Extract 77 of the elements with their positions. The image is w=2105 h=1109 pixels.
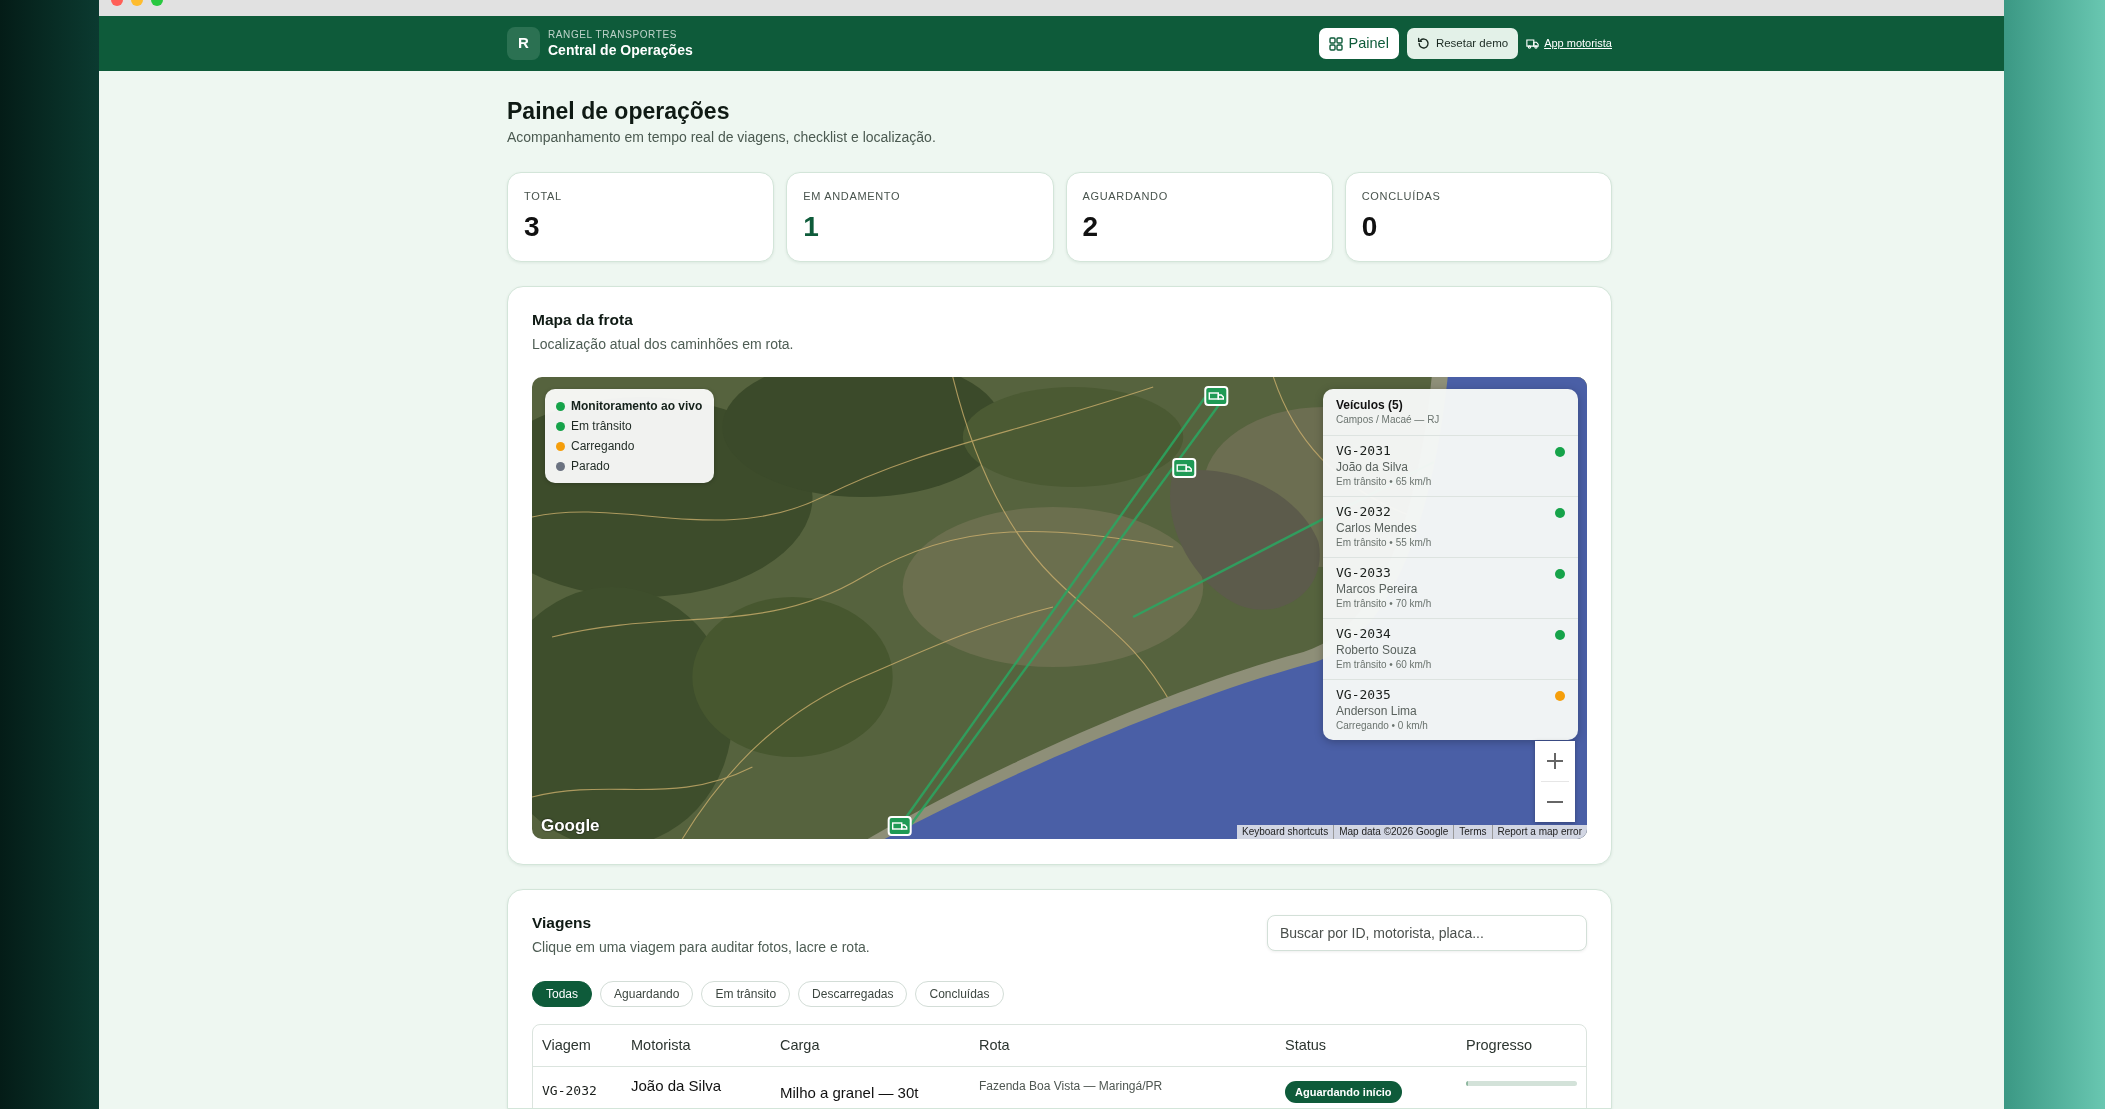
stat-label: EM ANDAMENTO — [803, 189, 902, 203]
filter-chip[interactable]: Concluídas — [915, 981, 1004, 1007]
legend-label: Em trânsito — [571, 418, 632, 435]
vehicle-code: VG-2031 — [1336, 442, 1392, 459]
legend-label: Parado — [571, 458, 610, 475]
nav-button[interactable]: Painel — [1318, 28, 1399, 59]
truck-icon — [1526, 38, 1540, 49]
column-header: Carga — [771, 1025, 970, 1067]
action-button[interactable]: Resetar demo — [1406, 28, 1519, 59]
driver-name: Carlos Mendes — [1336, 520, 1418, 536]
vehicle-code: VG-2032 — [1336, 503, 1392, 520]
stat-label: CONCLUÍDAS — [1361, 189, 1442, 203]
truck-marker-icon[interactable] — [887, 816, 912, 836]
section-subtitle: Clique em uma viagem para auditar fotos, lacre e rota. — [532, 938, 870, 957]
section-title: Viagens — [532, 913, 593, 933]
column-header: Rota — [970, 1025, 1276, 1067]
column-header: Progresso — [1457, 1025, 1586, 1067]
legend-title: Monitoramento ao vivo — [571, 398, 703, 415]
driver-name: João da Silva — [1336, 459, 1410, 475]
panel-subtitle: Campos / Macaé — RJ — [1336, 413, 1441, 427]
vehicle-item[interactable]: VG-2035 Anderson Lima Carregando • 0 km/h — [1323, 679, 1578, 740]
table-cell: VG-2032 — [533, 1066, 622, 1108]
grid-icon — [1328, 36, 1343, 51]
page-subtitle: Acompanhamento em tempo real de viagens, checklist e localização. — [507, 128, 937, 147]
reset-icon — [1416, 37, 1430, 50]
filter-chip[interactable]: Em trânsito — [701, 981, 791, 1007]
truck-marker-icon[interactable] — [1172, 458, 1197, 478]
stat-value: 0 — [1361, 210, 1379, 244]
column-header: Status — [1276, 1025, 1457, 1067]
section-subtitle: Localização atual dos caminhões em rota. — [532, 335, 795, 354]
filter-chip[interactable]: Aguardando — [600, 981, 694, 1007]
brand-logo: R — [507, 27, 540, 60]
plus-icon — [1546, 752, 1564, 770]
vehicle-status: Em trânsito • 60 km/h — [1336, 658, 1432, 672]
panel-title: Veículos (5) — [1336, 397, 1404, 413]
column-header: Motorista — [622, 1025, 771, 1067]
minus-icon — [1546, 801, 1564, 803]
app-title: Central de Operações — [548, 40, 693, 59]
driver-name: Roberto Souza — [1336, 642, 1418, 658]
stat-value: 1 — [803, 210, 820, 244]
table-cell: Fazenda Boa Vista — Maringá/PR — [970, 1066, 1276, 1108]
map-logo: Google — [541, 816, 600, 836]
column-header: Viagem — [533, 1025, 622, 1067]
stat-label: TOTAL — [524, 189, 563, 203]
section-title: Mapa da frota — [532, 310, 634, 330]
table-cell: Milho a granel — 30t — [771, 1066, 970, 1108]
stat-label: AGUARDANDO — [1082, 189, 1169, 203]
status-badge: Aguardando início — [1285, 1081, 1402, 1103]
window-control-icon[interactable] — [111, 0, 123, 6]
driver-name: Anderson Lima — [1336, 703, 1418, 719]
filter-chip[interactable]: Descarregadas — [798, 981, 908, 1007]
stat-value: 3 — [524, 210, 541, 244]
filter-chip[interactable]: Todas — [532, 981, 593, 1007]
vehicle-item[interactable]: VG-2034 Roberto Souza Em trânsito • 60 km/h — [1323, 618, 1578, 679]
attribution-link[interactable]: Map data ©2026 Google — [1333, 825, 1454, 839]
driver-name: Marcos Pereira — [1336, 581, 1419, 597]
legend-label: Carregando — [571, 438, 635, 455]
vehicle-code: VG-2033 — [1336, 564, 1392, 581]
vehicle-item[interactable]: VG-2032 Carlos Mendes Em trânsito • 55 km/h — [1323, 496, 1578, 557]
brand-name: RANGEL TRANSPORTES — [548, 28, 678, 41]
vehicle-code: VG-2035 — [1336, 686, 1392, 703]
truck-marker-icon[interactable] — [1204, 386, 1229, 406]
vehicle-status: Carregando • 0 km/h — [1336, 719, 1428, 733]
stat-value: 2 — [1082, 210, 1100, 244]
vehicle-status: Em trânsito • 55 km/h — [1336, 536, 1432, 550]
vehicle-status: Em trânsito • 65 km/h — [1336, 475, 1432, 489]
attribution-link[interactable]: Report a map error — [1491, 825, 1587, 839]
nav-link[interactable]: App motorista — [1526, 35, 1612, 52]
vehicle-item[interactable]: VG-2033 Marcos Pereira Em trânsito • 70 km/h — [1323, 557, 1578, 618]
table-cell: João da Silva — [622, 1066, 771, 1108]
vehicle-status: Em trânsito • 70 km/h — [1336, 597, 1432, 611]
search-field[interactable]: Buscar por ID, motorista, placa... — [1267, 915, 1587, 951]
vehicle-code: VG-2034 — [1336, 625, 1392, 642]
attribution-link[interactable]: Keyboard shortcuts — [1237, 825, 1334, 839]
attribution-link[interactable]: Terms — [1453, 825, 1492, 839]
page-title: Painel de operações — [507, 97, 731, 126]
vehicle-item[interactable]: VG-2031 João da Silva Em trânsito • 65 km/h — [1323, 436, 1578, 496]
